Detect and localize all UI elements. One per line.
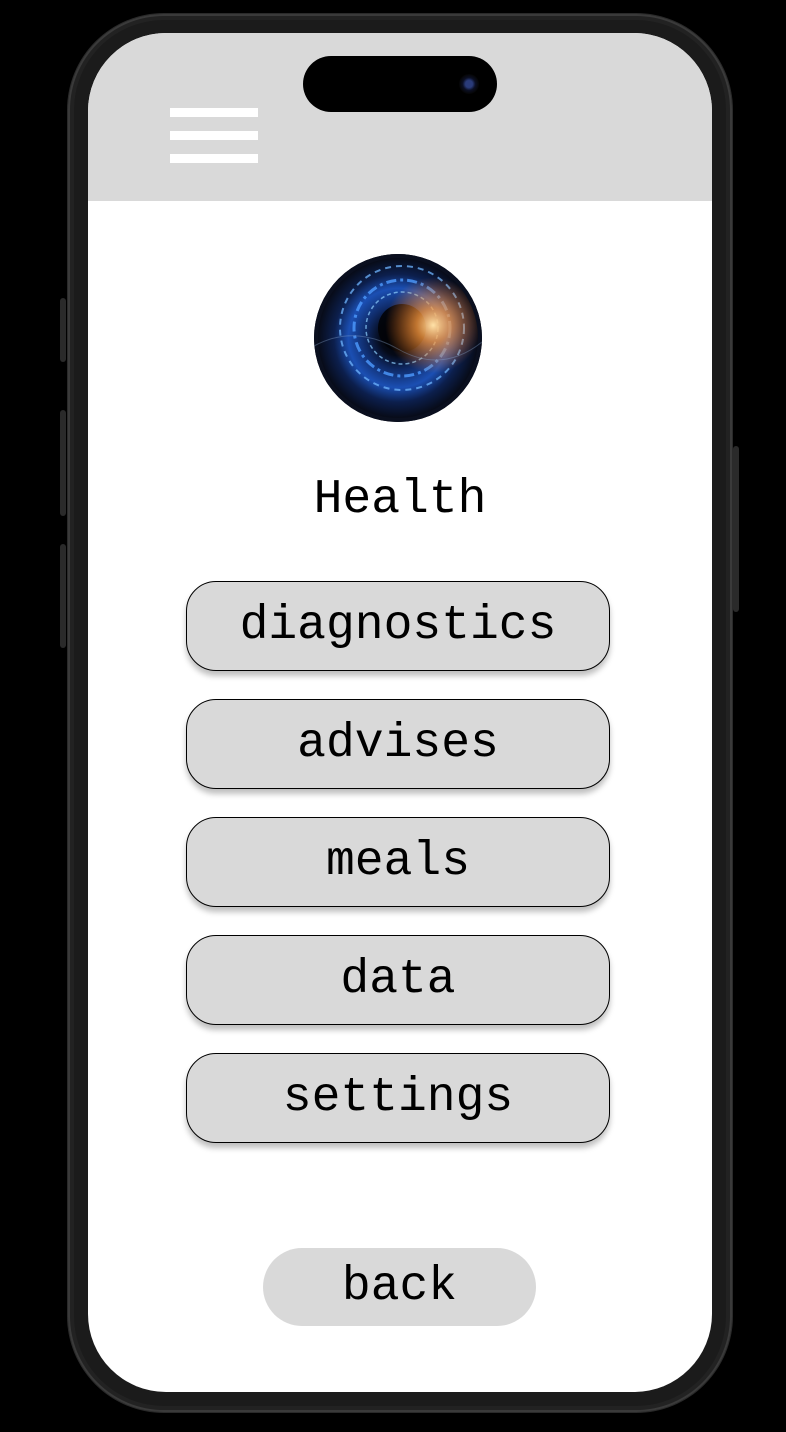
phone-screen: Health diagnostics advises meals data se… [88,33,712,1392]
settings-button[interactable]: settings [186,1053,610,1143]
meals-button[interactable]: meals [186,817,610,907]
eye-logo-graphic [314,254,482,422]
hamburger-menu-icon[interactable] [170,108,258,163]
front-camera-icon [459,74,479,94]
stage: Health diagnostics advises meals data se… [0,0,786,1432]
eye-logo-image [314,254,482,422]
advises-button[interactable]: advises [186,699,610,789]
volume-up-side-button [60,410,66,516]
power-side-button [733,446,739,612]
diagnostics-button[interactable]: diagnostics [186,581,610,671]
action-side-button [60,298,66,362]
dynamic-island [303,56,497,112]
back-button[interactable]: back [263,1248,536,1326]
volume-down-side-button [60,544,66,648]
data-button[interactable]: data [186,935,610,1025]
page-title: Health [313,473,487,527]
